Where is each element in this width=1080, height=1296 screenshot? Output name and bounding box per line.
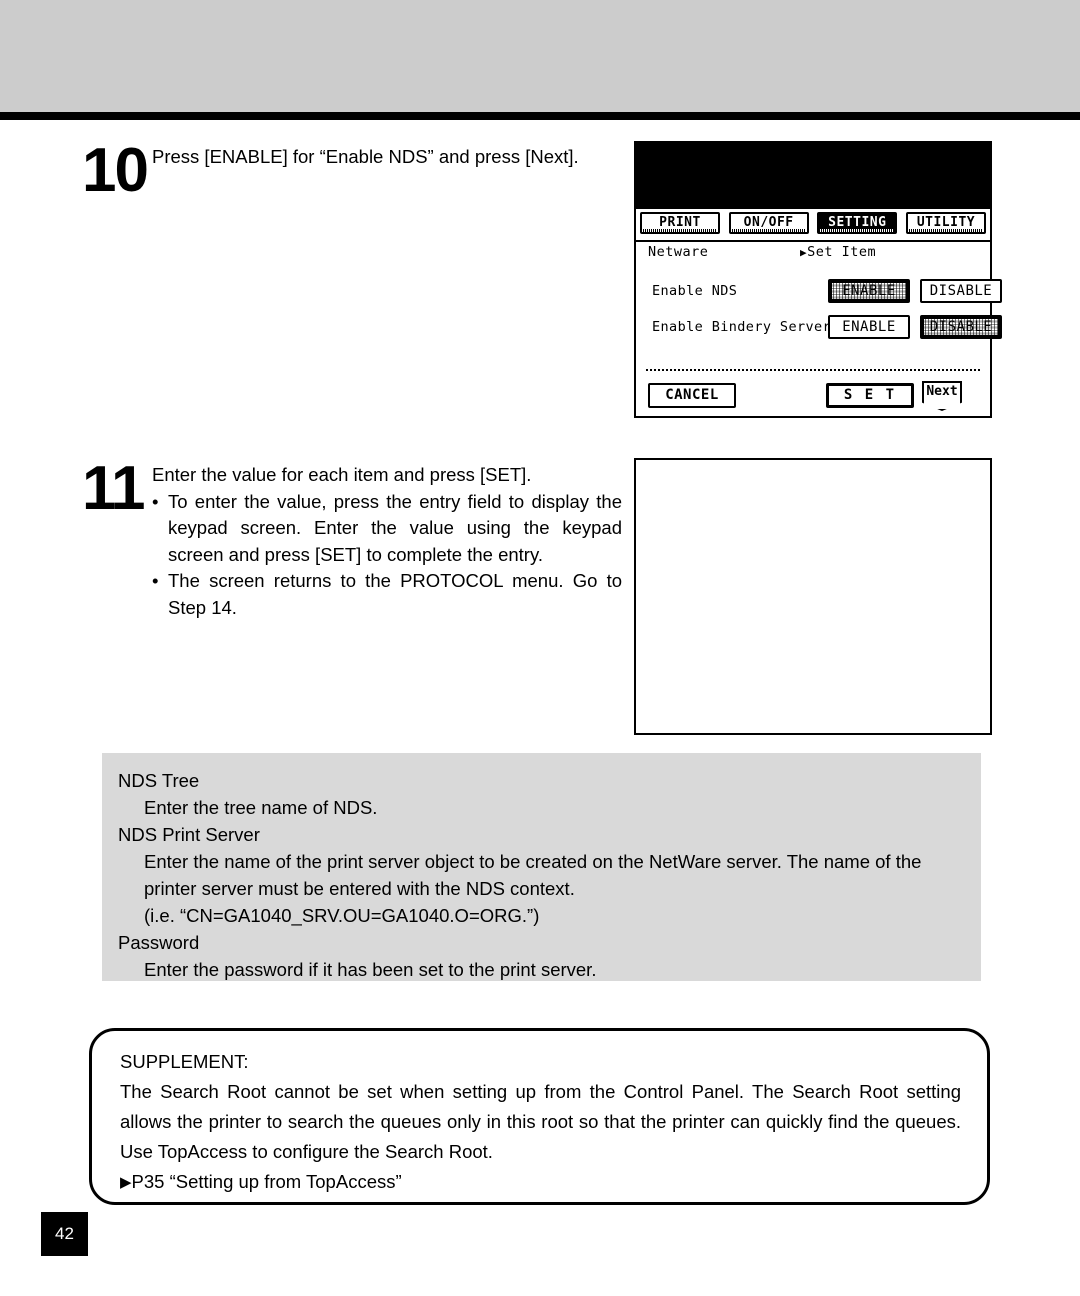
step-10-body: Press [ENABLE] for “Enable NDS” and pres… [152, 144, 622, 171]
step-11-body: Enter the value for each item and press … [152, 462, 622, 621]
supplement-reference[interactable]: P35 “Setting up from TopAccess” [132, 1171, 402, 1192]
tab-print-label: PRINT [659, 215, 701, 230]
step-11-bullet-1: To enter the value, press the entry fiel… [152, 489, 622, 569]
page-header-band [0, 0, 1080, 112]
setting-row-enable-bindery-server-label: Enable Bindery Server [652, 319, 832, 335]
tab-setting-shadow [820, 229, 895, 232]
breadcrumb-current: Set Item [807, 244, 877, 260]
setting-row-enable-nds-label: Enable NDS [652, 283, 738, 299]
page-number: 42 [41, 1212, 88, 1256]
step-10-instruction: Press [ENABLE] for “Enable NDS” and pres… [152, 146, 579, 167]
breadcrumb: Netware ▶Set Item [648, 244, 876, 260]
enable-nds-disable-button[interactable]: DISABLE [920, 279, 1002, 303]
enable-nds-enable-label: ENABLE [842, 283, 896, 299]
supplement-reference-line: ▶P35 “Setting up from TopAccess” [120, 1167, 961, 1198]
bindery-enable-button[interactable]: ENABLE [828, 315, 910, 339]
step-11-number: 11 [82, 454, 146, 523]
supplement-title: SUPPLEMENT: [120, 1051, 249, 1072]
step-10: 10 Press [ENABLE] for “Enable NDS” and p… [82, 140, 622, 250]
lcd-tab-divider [636, 240, 990, 242]
supplement-box: SUPPLEMENT: The Search Root cannot be se… [89, 1028, 990, 1205]
bindery-disable-label: DISABLE [929, 319, 993, 335]
tab-utility-shadow [908, 229, 983, 232]
breadcrumb-current-wrap: ▶Set Item [800, 244, 876, 260]
step-11: 11 Enter the value for each item and pre… [82, 458, 622, 638]
lcd-footer-divider [646, 369, 982, 371]
tab-utility-label: UTILITY [916, 215, 976, 230]
tab-utility[interactable]: UTILITY [905, 212, 986, 234]
step-11-bullet-2: The screen returns to the PROTOCOL menu.… [152, 568, 622, 621]
definition-desc-nds-print-server-example: (i.e. “CN=GA1040_SRV.OU=GA1040.O=ORG.”) [144, 905, 540, 926]
tab-on-off-label: ON/OFF [743, 215, 794, 230]
tab-setting-label: SETTING [828, 215, 887, 230]
tab-print[interactable]: PRINT [640, 212, 720, 234]
setting-row-enable-bindery-server: Enable Bindery Server ENABLE DISABLE [648, 315, 1002, 341]
breadcrumb-root: Netware [648, 244, 709, 260]
lcd-panel-figure: PRINT ON/OFF SETTING UTILITY Netware ▶Se… [634, 141, 1002, 418]
header-divider-rule [0, 112, 1080, 120]
tab-on-off[interactable]: ON/OFF [728, 212, 809, 234]
lcd-tab-bar: PRINT ON/OFF SETTING UTILITY [636, 209, 990, 239]
definition-desc-password: Enter the password if it has been set to… [144, 959, 597, 980]
step-11-bullet-list: To enter the value, press the entry fiel… [152, 489, 622, 622]
set-button[interactable]: S E T [826, 383, 914, 408]
step-10-number: 10 [82, 136, 149, 205]
enable-nds-disable-label: DISABLE [929, 283, 993, 299]
lcd-status-bar [636, 143, 990, 209]
next-button[interactable]: Next [922, 381, 962, 411]
definition-term-nds-print-server: NDS Print Server [118, 824, 260, 845]
step-11-instruction: Enter the value for each item and press … [152, 464, 532, 485]
tab-print-shadow [643, 229, 717, 232]
tab-on-off-shadow [731, 229, 806, 232]
definition-term-nds-tree: NDS Tree [118, 770, 200, 791]
step-11-figure-placeholder [634, 458, 992, 735]
definition-desc-nds-print-server: Enter the name of the print server objec… [144, 851, 922, 899]
definition-term-password: Password [118, 932, 200, 953]
definition-desc-nds-tree: Enter the tree name of NDS. [144, 797, 378, 818]
bindery-enable-label: ENABLE [842, 319, 896, 335]
supplement-body: The Search Root cannot be set when setti… [120, 1081, 961, 1162]
enable-nds-enable-button[interactable]: ENABLE [828, 279, 910, 303]
field-definitions-panel: NDS Tree Enter the tree name of NDS. NDS… [102, 753, 981, 981]
bindery-disable-button[interactable]: DISABLE [920, 315, 1002, 339]
reference-arrow-icon: ▶ [120, 1174, 132, 1191]
tab-setting[interactable]: SETTING [817, 212, 898, 234]
cancel-button[interactable]: CANCEL [648, 383, 736, 408]
setting-row-enable-nds: Enable NDS ENABLE DISABLE [648, 279, 1002, 305]
